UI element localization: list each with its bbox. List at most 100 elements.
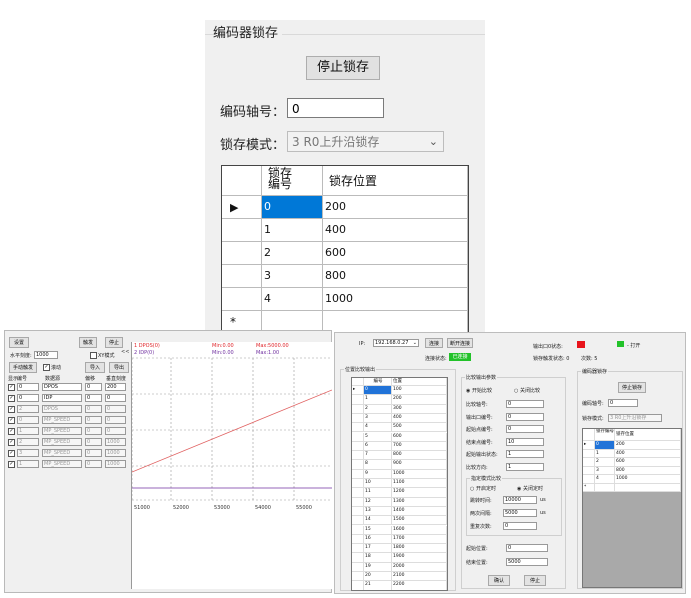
row-header[interactable] — [352, 469, 364, 479]
param-input[interactable]: 0 — [506, 425, 544, 433]
table-cell-position[interactable]: 100 — [392, 386, 447, 396]
table-cell-number[interactable]: 5 — [364, 432, 392, 442]
channel-source-select[interactable]: MP_SPEED — [42, 416, 82, 424]
channel-show-checkbox[interactable]: ✓ — [8, 439, 15, 446]
table-cell-number[interactable]: 15 — [364, 525, 392, 535]
table-cell-position[interactable]: 400 — [615, 449, 681, 458]
row-header[interactable] — [352, 413, 364, 424]
row-header[interactable] — [352, 525, 364, 535]
stop-compare-button[interactable]: 停止 — [524, 575, 546, 586]
row-header[interactable] — [222, 265, 262, 288]
table-cell-number[interactable]: 6 — [364, 441, 392, 452]
channel-offset-input[interactable]: 0 — [85, 449, 102, 457]
table-cell-position[interactable] — [615, 483, 681, 492]
row-header[interactable] — [352, 497, 364, 507]
channel-show-checkbox[interactable]: ✓ — [8, 450, 15, 457]
import-button[interactable]: 导入 — [85, 362, 105, 373]
param-input[interactable]: 10 — [506, 437, 544, 446]
channel-scale-input[interactable]: 0 — [105, 394, 126, 402]
table-cell-position[interactable]: 800 — [392, 451, 447, 461]
h-scale-input[interactable]: 1000 — [34, 351, 58, 359]
table-cell-position[interactable]: 600 — [392, 432, 447, 442]
row-header[interactable] — [352, 432, 364, 442]
row-header[interactable] — [352, 423, 364, 433]
channel-scale-input[interactable]: 0 — [105, 427, 126, 435]
table-cell-position[interactable]: 300 — [392, 404, 447, 414]
table-cell-number[interactable]: 0 — [262, 196, 323, 219]
table-cell-number[interactable]: 11 — [364, 488, 392, 498]
row-header[interactable] — [352, 581, 364, 590]
start-pos-input[interactable]: 0 — [506, 544, 548, 552]
table-cell-number[interactable]: 8 — [364, 460, 392, 470]
table-cell-number[interactable]: 13 — [364, 506, 392, 517]
row-header-current[interactable]: ▶ — [222, 196, 262, 219]
table-cell-number[interactable]: 9 — [364, 469, 392, 479]
table-cell-number[interactable]: 1 — [364, 395, 392, 405]
radio-start-compare[interactable]: ◉ 开始比较 — [466, 387, 492, 394]
param-input[interactable]: 1 — [506, 450, 544, 458]
table-cell-number[interactable]: 16 — [364, 534, 392, 545]
row-header[interactable] — [352, 544, 364, 554]
channel-index-select[interactable]: 0 — [17, 416, 39, 424]
trigger-button[interactable]: 触发 — [79, 337, 97, 348]
radio-timed-off[interactable]: ◉ 关闭定时 — [517, 485, 543, 492]
channel-show-checkbox[interactable]: ✓ — [8, 406, 15, 413]
row-header[interactable] — [352, 460, 364, 470]
mode-select[interactable]: 3 R0上升沿锁存 ⌄ — [287, 131, 444, 152]
row-header[interactable] — [352, 516, 364, 526]
table-cell-number[interactable]: 4 — [262, 288, 323, 311]
table-cell-number[interactable]: 19 — [364, 562, 392, 572]
timed-input[interactable]: 10000 — [503, 496, 537, 504]
channel-offset-input[interactable]: 0 — [85, 427, 102, 435]
channel-source-select[interactable]: MP_SPEED — [42, 438, 82, 446]
table-cell-position[interactable]: 1500 — [392, 516, 447, 526]
table-cell-position[interactable]: 800 — [615, 466, 681, 475]
table-cell-position[interactable]: 1000 — [615, 475, 681, 484]
radio-timed-on[interactable]: ○ 开启定时 — [470, 485, 496, 492]
export-button[interactable]: 导出 — [109, 362, 129, 373]
table-cell-position[interactable]: 200 — [615, 441, 681, 450]
channel-index-select[interactable]: 2 — [17, 405, 39, 413]
table-cell-number[interactable]: 21 — [364, 581, 392, 590]
table-cell-position[interactable]: 1300 — [392, 497, 447, 507]
table-cell-position[interactable]: 1200 — [392, 488, 447, 498]
channel-index-select[interactable]: 1 — [17, 460, 39, 468]
row-header[interactable] — [352, 562, 364, 572]
timed-input[interactable]: 5000 — [503, 509, 537, 517]
scroll-checkbox[interactable]: ✓ — [43, 364, 50, 371]
channel-source-select[interactable]: MP_SPEED — [42, 449, 82, 457]
timed-input[interactable]: 0 — [503, 522, 537, 530]
table-cell-number[interactable]: 2 — [364, 404, 392, 414]
connect-button[interactable]: 连接 — [425, 338, 443, 348]
col-header-position[interactable]: 锁存位置 — [615, 429, 681, 441]
row-header[interactable] — [352, 534, 364, 545]
row-header[interactable] — [583, 475, 595, 484]
channel-scale-input[interactable]: 1000 — [105, 449, 126, 457]
channel-scale-input[interactable]: 200 — [105, 383, 126, 391]
row-header[interactable] — [583, 449, 595, 458]
channel-offset-input[interactable]: 0 — [85, 460, 102, 468]
table-cell-number[interactable]: 17 — [364, 544, 392, 554]
table-cell-position[interactable]: 2000 — [392, 562, 447, 572]
table-cell-position[interactable] — [323, 311, 468, 333]
channel-show-checkbox[interactable]: ✓ — [8, 417, 15, 424]
table-cell-number[interactable] — [595, 483, 615, 492]
col-header-number[interactable]: 锁存 编号 — [262, 166, 323, 196]
stop-latch-button[interactable]: 停止锁存 — [618, 382, 646, 393]
stop-button[interactable]: 停止 — [105, 337, 123, 348]
channel-index-select[interactable]: 2 — [17, 438, 39, 446]
table-cell-position[interactable]: 1700 — [392, 534, 447, 545]
row-header[interactable] — [583, 458, 595, 467]
channel-source-select[interactable]: MP_SPEED — [42, 427, 82, 435]
ip-select[interactable]: 192.168.0.27 ⌄ — [373, 339, 419, 347]
confirm-button[interactable]: 确认 — [488, 575, 510, 586]
latch-axis-input[interactable]: 0 — [608, 399, 638, 407]
disconnect-button[interactable]: 断开连接 — [447, 338, 473, 348]
table-cell-position[interactable]: 400 — [323, 219, 468, 242]
table-cell-number[interactable]: 0 — [364, 386, 392, 396]
table-cell-number[interactable]: 14 — [364, 516, 392, 526]
table-cell-position[interactable]: 600 — [323, 242, 468, 265]
table-cell-number[interactable]: 7 — [364, 451, 392, 461]
table-cell-number[interactable]: 2 — [595, 458, 615, 467]
channel-source-select[interactable]: DPOS — [42, 405, 82, 413]
